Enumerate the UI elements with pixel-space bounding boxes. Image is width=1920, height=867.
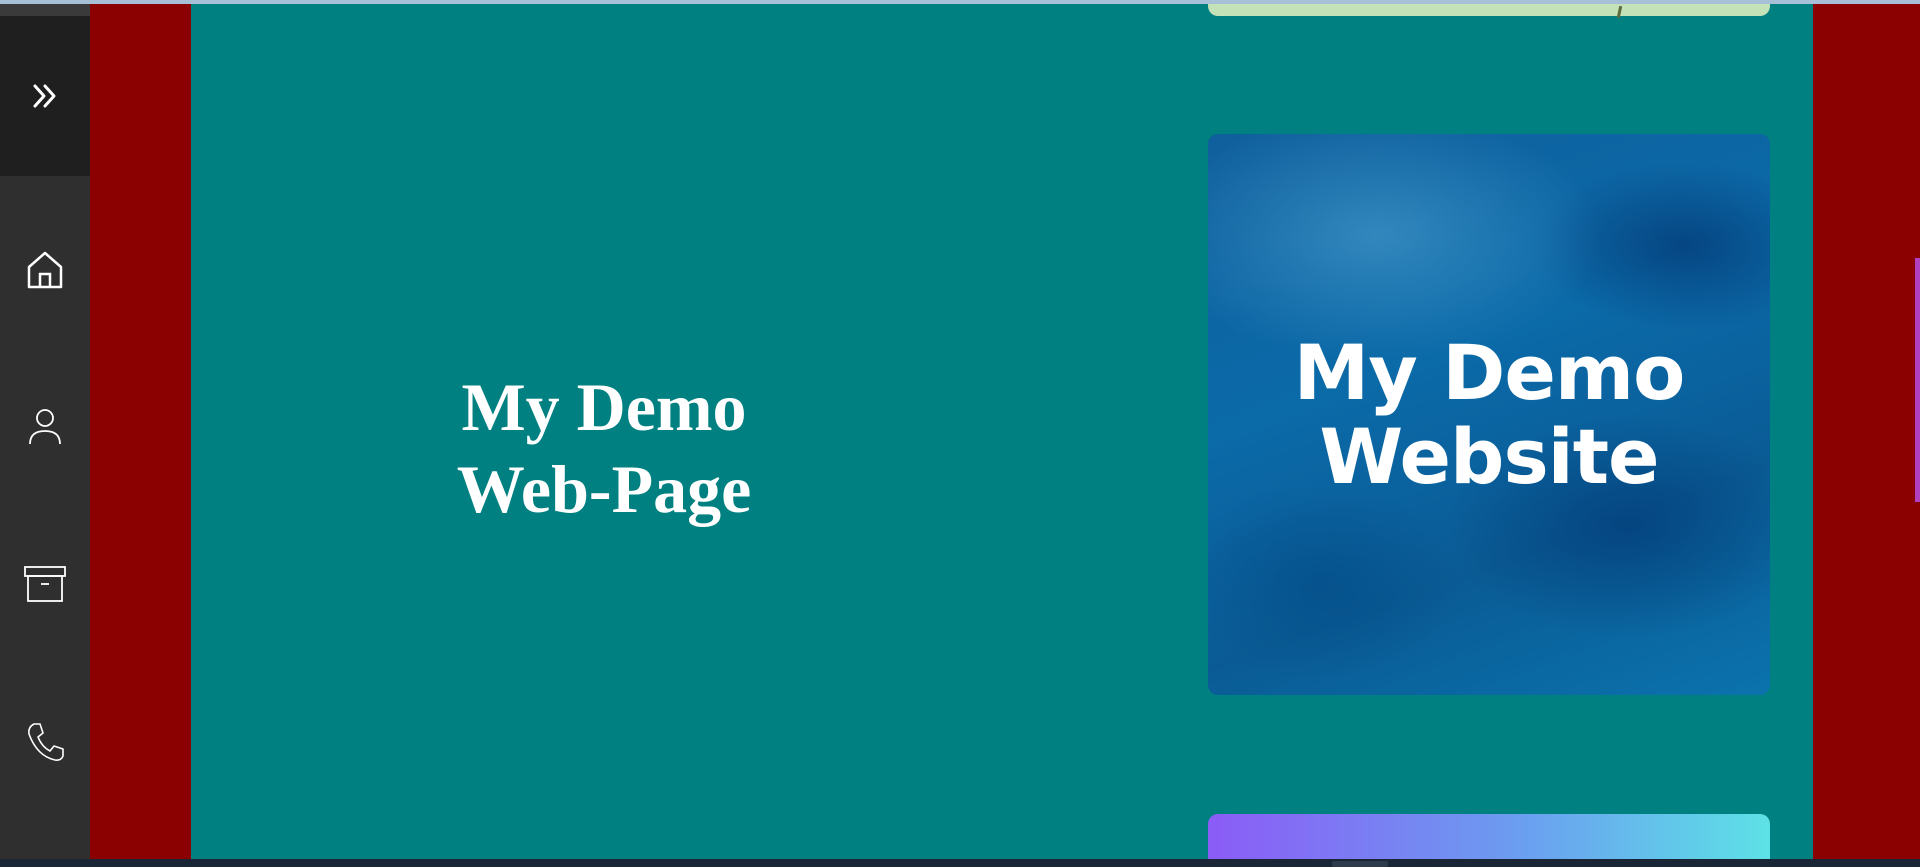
card-top-partial <box>1208 4 1770 19</box>
sidebar-item-contact[interactable] <box>0 712 90 772</box>
sidebar-toggle-button[interactable] <box>0 16 90 176</box>
page-heading: My Demo Web-Page <box>424 366 784 530</box>
card-bottom-gradient <box>1208 814 1770 859</box>
sidebar-item-profile[interactable] <box>0 397 90 457</box>
home-icon <box>27 251 63 289</box>
hero-card: My Demo Website <box>1208 134 1770 695</box>
sidebar-top-strip <box>0 4 90 16</box>
main-content: My Demo Web-Page My Demo Website <box>191 4 1813 859</box>
hero-card-title-line2: Website <box>1319 411 1659 501</box>
scrollbar-thumb[interactable] <box>1915 258 1920 502</box>
hero-card-title: My Demo Website <box>1293 327 1686 501</box>
hero-card-title-line1: My Demo <box>1293 327 1686 417</box>
taskbar <box>0 859 1920 867</box>
sidebar <box>0 4 90 859</box>
right-border-bar <box>1813 4 1920 859</box>
user-icon <box>29 409 61 445</box>
chevron-double-right-icon <box>33 84 56 108</box>
sidebar-item-home[interactable] <box>0 240 90 300</box>
sidebar-item-archive[interactable] <box>0 554 90 614</box>
page-heading-line2: Web-Page <box>456 451 752 527</box>
left-border-bar <box>90 4 191 859</box>
archive-box-icon <box>24 566 66 602</box>
taskbar-item[interactable] <box>1332 861 1388 867</box>
phone-icon <box>28 723 64 761</box>
card-top-decoration <box>1616 5 1623 19</box>
page-heading-line1: My Demo <box>461 369 747 445</box>
